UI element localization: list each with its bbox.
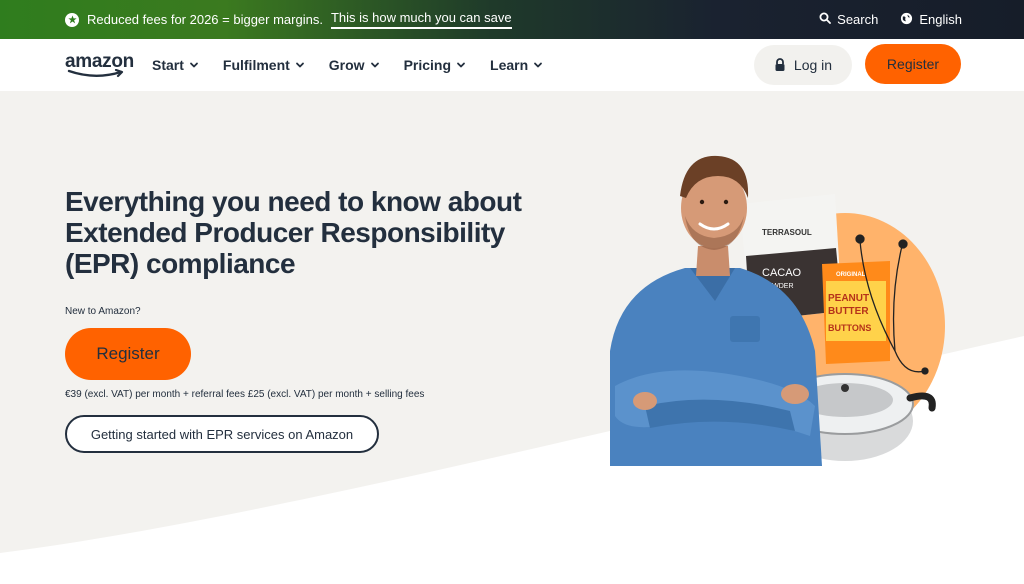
register-button-header[interactable]: Register	[865, 44, 961, 84]
page-title: Everything you need to know about Extend…	[65, 186, 522, 279]
epr-services-button[interactable]: Getting started with EPR services on Ama…	[65, 415, 379, 453]
language-label: English	[919, 12, 962, 27]
chevron-down-icon	[190, 62, 198, 68]
chevron-down-icon	[534, 62, 543, 68]
chevron-down-icon	[295, 62, 304, 68]
peanut-name-b: BUTTER	[828, 306, 869, 317]
new-to-amazon-label: New to Amazon?	[65, 306, 141, 317]
fees-disclaimer: €39 (excl. VAT) per month + referral fee…	[65, 389, 425, 400]
promo-message: Reduced fees for 2026 = bigger margins. …	[65, 0, 512, 39]
main-nav: amazon Start Fulfilment Grow Pricing Lea…	[0, 39, 1024, 91]
language-selector[interactable]: English	[900, 12, 962, 28]
smile-icon	[67, 69, 124, 78]
chevron-down-icon	[370, 62, 379, 68]
globe-icon	[900, 12, 913, 28]
hero-illustration: TERRASOUL CACAO POWDER ORIGINAL PEANUT B…	[610, 155, 945, 466]
nav-label: Learn	[490, 57, 529, 73]
search-label: Search	[837, 12, 879, 27]
lock-icon	[775, 58, 785, 71]
promo-savings-link[interactable]: This is how much you can save	[330, 10, 512, 29]
register-button-hero[interactable]: Register	[65, 328, 191, 380]
nav-learn[interactable]: Learn	[490, 57, 543, 73]
nav-grow[interactable]: Grow	[329, 57, 380, 73]
promo-bar: Reduced fees for 2026 = bigger margins. …	[0, 0, 1024, 39]
peanut-butter-product: ORIGINAL PEANUT BUTTER BUTTONS	[822, 261, 890, 364]
nav-fulfilment[interactable]: Fulfilment	[223, 57, 305, 73]
nav-label: Start	[152, 57, 184, 73]
login-button[interactable]: Log in	[754, 45, 852, 85]
cacao-brand: TERRASOUL	[762, 228, 812, 237]
star-icon	[65, 12, 79, 27]
search-icon	[819, 12, 832, 27]
chevron-down-icon	[457, 62, 465, 68]
nav-label: Grow	[328, 57, 365, 73]
nav-label: Fulfilment	[222, 57, 290, 73]
amazon-logo[interactable]: amazon	[65, 51, 134, 79]
cacao-name: CACAO	[762, 267, 802, 279]
nav-label: Pricing	[403, 57, 452, 73]
peanut-tag: ORIGINAL	[836, 272, 866, 278]
hero-section: Everything you need to know about Extend…	[0, 91, 1024, 584]
promo-text: Reduced fees for 2026 = bigger margins.	[87, 12, 323, 27]
peanut-name-c: BUTTONS	[828, 323, 871, 333]
peanut-name: PEANUT	[828, 293, 869, 304]
nav-start[interactable]: Start	[152, 57, 199, 73]
login-label: Log in	[793, 57, 833, 73]
search-link[interactable]: Search	[819, 12, 878, 27]
nav-pricing[interactable]: Pricing	[404, 57, 466, 73]
